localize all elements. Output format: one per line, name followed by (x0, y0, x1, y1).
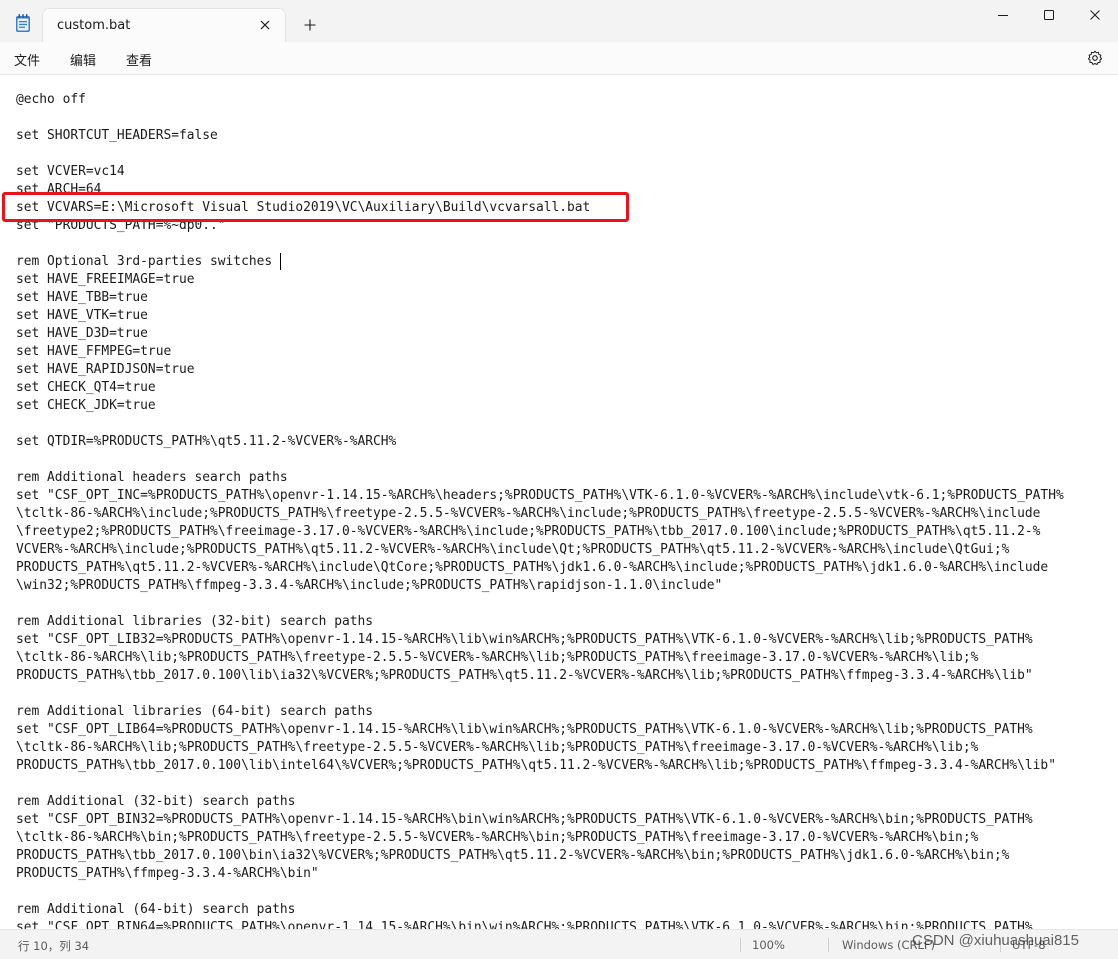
editor-line[interactable] (16, 235, 1102, 253)
editor-line[interactable]: rem Additional (64-bit) search paths (16, 901, 1102, 919)
tab-custom-bat[interactable]: custom.bat (42, 8, 286, 42)
editor-line[interactable]: set "CSF_OPT_BIN32=%PRODUCTS_PATH%\openv… (16, 811, 1102, 829)
editor-line[interactable] (16, 145, 1102, 163)
close-icon (1090, 10, 1100, 20)
editor-line[interactable]: \freetype2;%PRODUCTS_PATH%\freeimage-3.1… (16, 523, 1102, 541)
editor-line[interactable] (16, 775, 1102, 793)
editor-line[interactable]: set CHECK_JDK=true (16, 397, 1102, 415)
editor-line[interactable]: set "CSF_OPT_LIB64=%PRODUCTS_PATH%\openv… (16, 721, 1102, 739)
title-bar: custom.bat (0, 0, 1118, 42)
editor-line[interactable]: PRODUCTS_PATH%\ffmpeg-3.3.4-%ARCH%\bin" (16, 865, 1102, 883)
maximize-icon (1044, 10, 1054, 20)
editor-line[interactable] (16, 883, 1102, 901)
editor-line[interactable]: \tcltk-86-%ARCH%\lib;%PRODUCTS_PATH%\fre… (16, 739, 1102, 757)
menu-bar: 文件 编辑 查看 (0, 42, 1118, 74)
editor-line[interactable]: PRODUCTS_PATH%\tbb_2017.0.100\bin\ia32\%… (16, 847, 1102, 865)
close-window-button[interactable] (1072, 0, 1118, 30)
minimize-button[interactable] (980, 0, 1026, 30)
menu-view[interactable]: 查看 (126, 50, 152, 69)
editor-line[interactable]: set "CSF_OPT_BIN64=%PRODUCTS_PATH%\openv… (16, 919, 1102, 929)
text-caret (280, 253, 281, 270)
editor-line[interactable]: PRODUCTS_PATH%\tbb_2017.0.100\lib\ia32\%… (16, 667, 1102, 685)
editor-line[interactable]: rem Additional libraries (64-bit) search… (16, 703, 1102, 721)
editor-line[interactable] (16, 451, 1102, 469)
gear-icon[interactable] (1087, 50, 1103, 66)
editor-line[interactable]: set "CSF_OPT_LIB32=%PRODUCTS_PATH%\openv… (16, 631, 1102, 649)
editor-line[interactable]: set ARCH=64 (16, 181, 1102, 199)
editor-line[interactable]: rem Additional (32-bit) search paths (16, 793, 1102, 811)
tab-title: custom.bat (57, 18, 131, 33)
editor-line[interactable]: \tcltk-86-%ARCH%\lib;%PRODUCTS_PATH%\fre… (16, 649, 1102, 667)
editor-line[interactable]: rem Additional libraries (32-bit) search… (16, 613, 1102, 631)
editor-line[interactable]: set HAVE_RAPIDJSON=true (16, 361, 1102, 379)
editor-line[interactable]: PRODUCTS_PATH%\qt5.11.2-%VCVER%-%ARCH%\i… (16, 559, 1102, 577)
editor-line[interactable] (16, 595, 1102, 613)
watermark-text: CSDN @xiuhuashuai815 (912, 932, 1079, 949)
minimize-icon (998, 15, 1008, 16)
editor-line[interactable]: set HAVE_FFMPEG=true (16, 343, 1102, 361)
status-divider (828, 938, 829, 952)
menu-file[interactable]: 文件 (14, 50, 40, 69)
editor-line[interactable]: set HAVE_VTK=true (16, 307, 1102, 325)
editor-line[interactable]: set HAVE_TBB=true (16, 289, 1102, 307)
editor-line[interactable]: \tcltk-86-%ARCH%\bin;%PRODUCTS_PATH%\fre… (16, 829, 1102, 847)
editor-line[interactable] (16, 109, 1102, 127)
editor-line[interactable]: \tcltk-86-%ARCH%\include;%PRODUCTS_PATH%… (16, 505, 1102, 523)
editor-line[interactable]: @echo off (16, 91, 1102, 109)
text-editor[interactable]: @echo off set SHORTCUT_HEADERS=falseset V… (0, 74, 1118, 929)
new-tab-plus-icon[interactable] (302, 17, 318, 33)
editor-line[interactable]: set HAVE_D3D=true (16, 325, 1102, 343)
editor-line[interactable] (16, 685, 1102, 703)
cursor-position[interactable]: 行 10，列 34 (18, 938, 89, 954)
editor-line[interactable]: rem Optional 3rd-parties switches (16, 253, 1102, 271)
editor-line[interactable]: PRODUCTS_PATH%\tbb_2017.0.100\lib\intel6… (16, 757, 1102, 775)
close-tab-icon[interactable] (257, 17, 273, 33)
editor-line[interactable]: set HAVE_FREEIMAGE=true (16, 271, 1102, 289)
zoom-level[interactable]: 100% (752, 938, 785, 952)
editor-line[interactable]: set VCVER=vc14 (16, 163, 1102, 181)
editor-line[interactable]: set "PRODUCTS_PATH=%~dp0.." (16, 217, 1102, 235)
editor-line[interactable]: set CHECK_QT4=true (16, 379, 1102, 397)
status-divider (740, 938, 741, 952)
editor-line[interactable]: rem Additional headers search paths (16, 469, 1102, 487)
editor-content[interactable]: @echo off set SHORTCUT_HEADERS=falseset V… (16, 91, 1102, 929)
editor-line[interactable]: set VCVARS=E:\Microsoft Visual Studio201… (16, 199, 1102, 217)
editor-line[interactable] (16, 415, 1102, 433)
maximize-button[interactable] (1026, 0, 1072, 30)
editor-line[interactable]: VCVER%-%ARCH%\include;%PRODUCTS_PATH%\qt… (16, 541, 1102, 559)
editor-line[interactable]: set "CSF_OPT_INC=%PRODUCTS_PATH%\openvr-… (16, 487, 1102, 505)
menu-edit[interactable]: 编辑 (70, 50, 96, 69)
notepad-icon (14, 13, 32, 33)
editor-line[interactable]: set QTDIR=%PRODUCTS_PATH%\qt5.11.2-%VCVE… (16, 433, 1102, 451)
editor-line[interactable]: set SHORTCUT_HEADERS=false (16, 127, 1102, 145)
editor-line[interactable]: \win32;%PRODUCTS_PATH%\ffmpeg-3.3.4-%ARC… (16, 577, 1102, 595)
